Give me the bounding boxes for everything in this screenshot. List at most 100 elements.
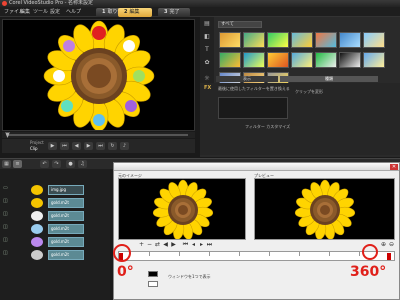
ruler-tick xyxy=(209,252,210,256)
filter-thumbnail[interactable] xyxy=(363,32,385,48)
clip-thumbnail xyxy=(31,211,43,221)
ruler-tick xyxy=(329,252,330,256)
original-image-pane xyxy=(118,178,246,240)
add-keyframe-icon[interactable]: + xyxy=(138,241,145,248)
record-icon[interactable]: ● xyxy=(66,160,75,168)
filter-thumbnail[interactable] xyxy=(363,52,385,68)
next-frame-icon[interactable]: ▸ xyxy=(198,241,205,248)
step-tab-share[interactable]: 3 完了 xyxy=(158,8,190,17)
color-swatch[interactable] xyxy=(148,271,158,277)
end-angle-annotation: 360° xyxy=(350,264,387,280)
step-tab-edit[interactable]: 2 編集 xyxy=(118,8,152,17)
rewind-icon[interactable]: ◀ xyxy=(72,142,81,150)
ruler-tick xyxy=(359,252,360,256)
sunflower-original-image xyxy=(152,179,214,239)
play-icon[interactable]: ▶ xyxy=(48,142,57,150)
filter-thumbnail[interactable] xyxy=(219,32,241,48)
playback-controls: Project Clip ▶ ⏮ ◀ ▶ ⏭ ↻ ♪ xyxy=(2,139,195,153)
move-left-icon[interactable]: ◀ xyxy=(162,241,169,248)
filter-thumbnail[interactable] xyxy=(291,32,313,48)
zoom-in-icon[interactable]: ⊕ xyxy=(380,241,387,248)
preview-scrubber[interactable] xyxy=(2,132,195,138)
overlay-track-icon: ◫ xyxy=(3,250,8,256)
undo-icon[interactable]: ↶ xyxy=(40,160,49,168)
ruler-tick xyxy=(299,252,300,256)
filter-thumbnail[interactable] xyxy=(243,32,265,48)
clip-thumbnail xyxy=(31,237,43,247)
filter-thumbnail[interactable] xyxy=(243,52,265,68)
color-swatch[interactable] xyxy=(148,281,158,287)
ruler-tick xyxy=(239,252,240,256)
title-bar: Corel VideoStudio Pro - 名称未設定 xyxy=(0,0,400,7)
filter-thumbnail[interactable] xyxy=(339,32,361,48)
keyframe-timeline[interactable] xyxy=(118,251,395,261)
sunflower-preview-image xyxy=(43,20,155,130)
reverse-keyframe-icon[interactable]: ⇄ xyxy=(154,241,161,248)
graphic-icon[interactable]: ✿ xyxy=(203,59,211,67)
clip-thumbnail xyxy=(31,185,43,195)
filter-thumbnail[interactable] xyxy=(267,32,289,48)
tab-view[interactable]: 表示 xyxy=(216,76,278,82)
forward-icon[interactable]: ▶ xyxy=(84,142,93,150)
menu-tools[interactable]: ツール xyxy=(33,9,48,15)
ruler-tick xyxy=(179,252,180,256)
timeline-clip[interactable]: gold.m2t xyxy=(48,224,84,234)
timeline-clip[interactable]: gold.m2t xyxy=(48,250,84,260)
audio-mixer-icon[interactable]: ♫ xyxy=(78,160,87,168)
first-frame-icon[interactable]: ⏮ xyxy=(182,241,189,248)
filter-options-panel: FX 最後に使用したフィルターを置き換える クリップを変形 フィルター カスタマ… xyxy=(200,83,400,155)
ruler-tick xyxy=(149,252,150,256)
timeline-view-icon[interactable]: ≡ xyxy=(13,160,22,168)
timeline-clip[interactable]: gold.m2t xyxy=(48,211,84,221)
single-window-checkbox[interactable]: ウィンドウを1つで表示 xyxy=(168,274,211,280)
sunflower-result-image xyxy=(294,179,356,239)
clip-thumbnail xyxy=(31,250,43,260)
end-keyframe-marker[interactable] xyxy=(387,253,391,260)
filter-thumbnail[interactable] xyxy=(219,52,241,68)
menu-bar: ファイル 編集 ツール 設定 ヘルプ xyxy=(0,7,400,17)
next-icon[interactable]: ⏭ xyxy=(96,142,105,150)
menu-settings[interactable]: 設定 xyxy=(50,9,60,15)
transition-icon[interactable]: ◧ xyxy=(203,33,211,41)
mode-project-label[interactable]: Project xyxy=(30,140,44,145)
close-icon[interactable]: ✕ xyxy=(390,164,398,170)
filter-thumbnail[interactable] xyxy=(315,32,337,48)
mode-clip-label[interactable]: Clip xyxy=(30,146,38,151)
video-track-icon: ▭ xyxy=(3,185,8,191)
repeat-icon[interactable]: ↻ xyxy=(108,142,117,150)
media-icon[interactable]: ▤ xyxy=(203,20,211,28)
volume-icon[interactable]: ♪ xyxy=(120,142,129,150)
start-angle-annotation: 0° xyxy=(117,264,134,280)
filter-thumbnail[interactable] xyxy=(339,52,361,68)
tab-type[interactable]: 種類 xyxy=(280,76,378,82)
timeline-clip[interactable]: gold.m2t xyxy=(48,237,84,247)
library-filter-select[interactable]: すべて xyxy=(218,21,262,28)
replace-filter-option[interactable]: 最後に使用したフィルターを置き換える xyxy=(218,86,290,92)
preview-window xyxy=(2,19,195,131)
prev-frame-icon[interactable]: ◂ xyxy=(190,241,197,248)
remove-keyframe-icon[interactable]: − xyxy=(146,241,153,248)
customize-filter-button[interactable]: フィルター カスタマイズ xyxy=(245,124,290,130)
timeline-clip[interactable]: img.jpg xyxy=(48,185,84,195)
title-icon[interactable]: T xyxy=(203,46,211,54)
previous-icon[interactable]: ⏮ xyxy=(60,142,69,150)
timeline-clip[interactable]: gold.m2t xyxy=(48,198,84,208)
last-frame-icon[interactable]: ⏭ xyxy=(206,241,213,248)
storyboard-view-icon[interactable]: ▦ xyxy=(2,160,11,168)
filter-thumbnail[interactable] xyxy=(315,52,337,68)
end-keyframe-highlight xyxy=(362,244,378,260)
clip-thumbnail xyxy=(31,198,43,208)
filter-thumbnail[interactable] xyxy=(267,52,289,68)
applied-filter-list[interactable] xyxy=(218,97,288,119)
timeline-tracks: ▭ ◫ ◫ ◫ ◫ ◫ img.jpg gold.m2t gold.m2t go… xyxy=(0,169,110,300)
preview-image-pane xyxy=(254,178,395,240)
clip-scale-option[interactable]: クリップを変形 xyxy=(295,89,323,95)
menu-edit[interactable]: 編集 xyxy=(20,9,30,15)
menu-help[interactable]: ヘルプ xyxy=(66,9,81,15)
window-title: Corel VideoStudio Pro - 名称未設定 xyxy=(9,0,93,6)
zoom-out-icon[interactable]: ⊖ xyxy=(388,241,395,248)
overlay-track-icon: ◫ xyxy=(3,237,8,243)
filter-thumbnail[interactable] xyxy=(291,52,313,68)
redo-icon[interactable]: ↷ xyxy=(52,160,61,168)
move-right-icon[interactable]: ▶ xyxy=(170,241,177,248)
